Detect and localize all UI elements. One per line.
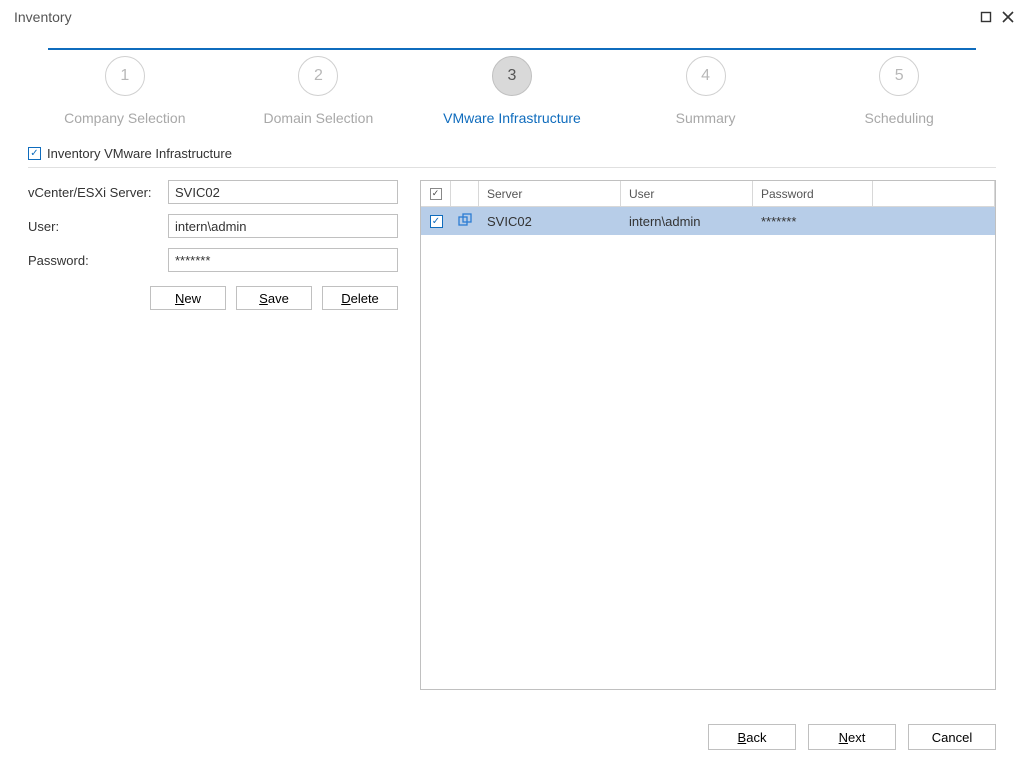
step-number: 5 bbox=[879, 56, 919, 96]
step-number: 1 bbox=[105, 56, 145, 96]
step-label: VMware Infrastructure bbox=[443, 110, 581, 126]
row-server: SVIC02 bbox=[479, 207, 621, 235]
step-number: 4 bbox=[686, 56, 726, 96]
password-input[interactable] bbox=[168, 248, 398, 272]
row-user: intern\admin bbox=[621, 207, 753, 235]
close-icon[interactable] bbox=[1002, 11, 1014, 23]
next-button[interactable]: Next bbox=[808, 724, 896, 750]
step-company-selection[interactable]: 1 Company Selection bbox=[28, 56, 222, 126]
grid-header-spacer bbox=[873, 181, 995, 207]
grid-header-password[interactable]: Password bbox=[753, 181, 873, 207]
step-label: Scheduling bbox=[865, 110, 934, 126]
separator bbox=[28, 167, 996, 168]
maximize-icon[interactable] bbox=[980, 11, 992, 23]
server-label: vCenter/ESXi Server: bbox=[28, 185, 168, 200]
step-label: Summary bbox=[676, 110, 736, 126]
wizard-stepper: 1 Company Selection 2 Domain Selection 3… bbox=[0, 28, 1024, 146]
step-label: Domain Selection bbox=[264, 110, 374, 126]
step-summary[interactable]: 4 Summary bbox=[609, 56, 803, 126]
new-button[interactable]: New bbox=[150, 286, 226, 310]
server-input[interactable] bbox=[168, 180, 398, 204]
step-number: 3 bbox=[492, 56, 532, 96]
user-input[interactable] bbox=[168, 214, 398, 238]
back-button[interactable]: Back bbox=[708, 724, 796, 750]
grid-header-checkbox[interactable] bbox=[421, 181, 451, 207]
grid-header-server[interactable]: Server bbox=[479, 181, 621, 207]
table-row[interactable]: SVIC02 intern\admin ******* bbox=[421, 207, 995, 235]
step-vmware-infrastructure[interactable]: 3 VMware Infrastructure bbox=[415, 56, 609, 126]
inventory-vmware-checkbox[interactable] bbox=[28, 147, 41, 160]
row-checkbox[interactable] bbox=[430, 215, 443, 228]
step-number: 2 bbox=[298, 56, 338, 96]
save-button[interactable]: Save bbox=[236, 286, 312, 310]
step-domain-selection[interactable]: 2 Domain Selection bbox=[222, 56, 416, 126]
cancel-button[interactable]: Cancel bbox=[908, 724, 996, 750]
delete-button[interactable]: Delete bbox=[322, 286, 398, 310]
step-scheduling[interactable]: 5 Scheduling bbox=[802, 56, 996, 126]
grid-header-user[interactable]: User bbox=[621, 181, 753, 207]
inventory-vmware-label: Inventory VMware Infrastructure bbox=[47, 146, 232, 161]
vm-icon bbox=[451, 207, 479, 235]
password-label: Password: bbox=[28, 253, 168, 268]
row-password: ******* bbox=[753, 207, 873, 235]
server-grid: Server User Password SVIC02 intern\admin bbox=[420, 180, 996, 690]
step-label: Company Selection bbox=[64, 110, 185, 126]
grid-header-icon bbox=[451, 181, 479, 207]
window-title: Inventory bbox=[14, 9, 72, 25]
user-label: User: bbox=[28, 219, 168, 234]
